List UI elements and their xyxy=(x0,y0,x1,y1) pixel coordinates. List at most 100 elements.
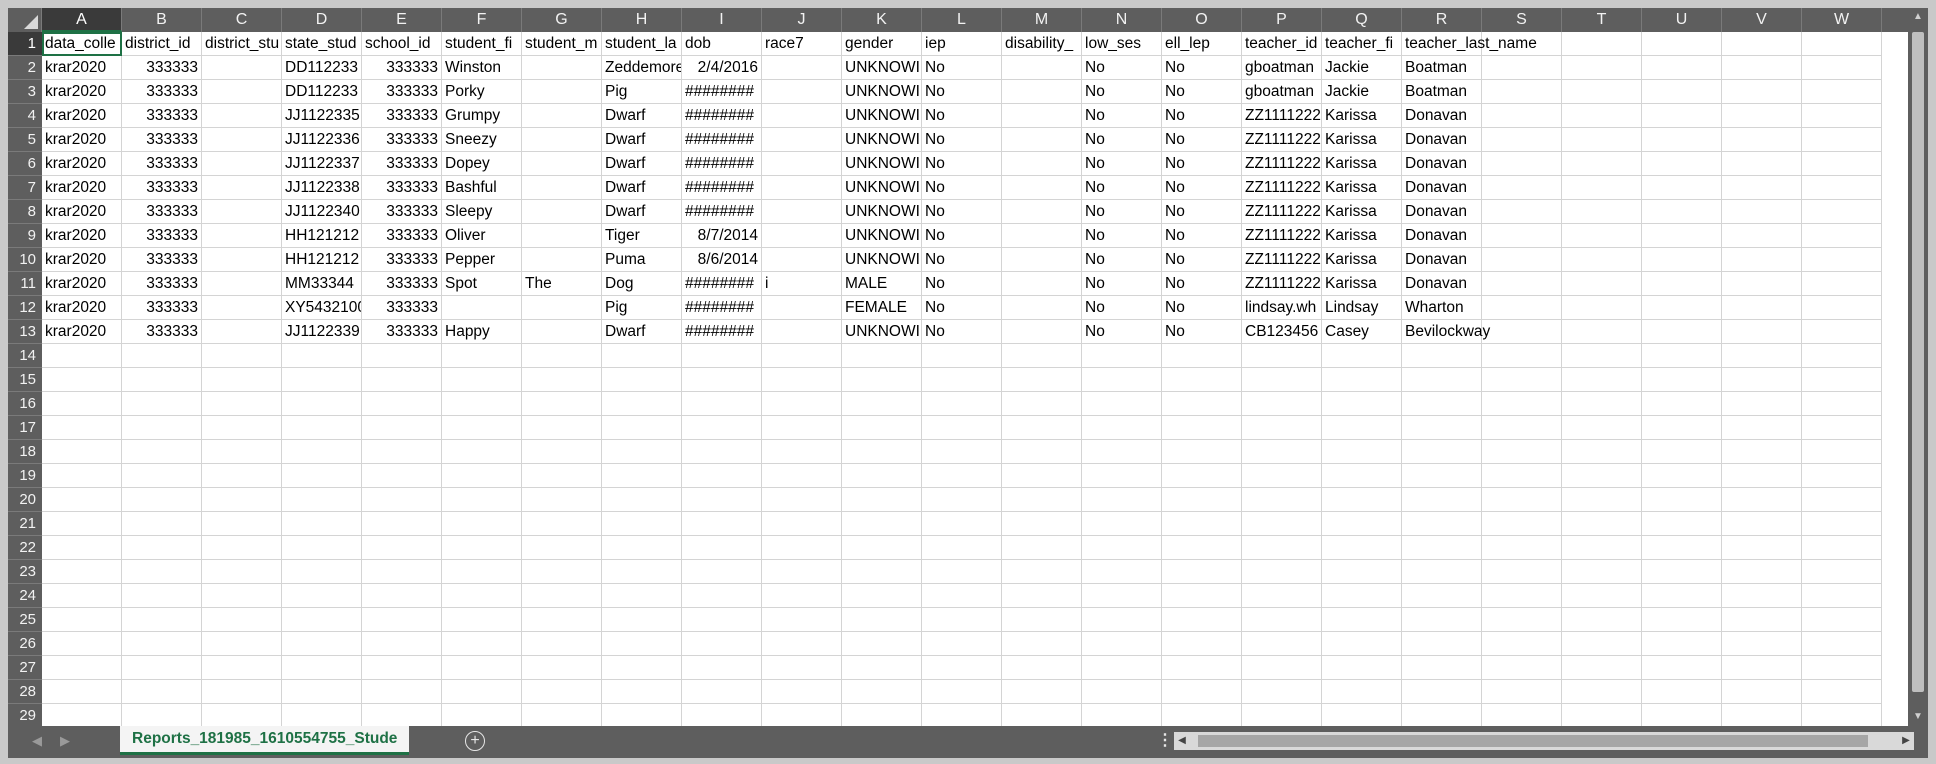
cell-r20[interactable] xyxy=(1402,488,1482,512)
cell-w25[interactable] xyxy=(1802,608,1882,632)
cell-o24[interactable] xyxy=(1162,584,1242,608)
cell-b18[interactable] xyxy=(122,440,202,464)
cell-j1[interactable]: race7 xyxy=(762,32,842,56)
cell-d18[interactable] xyxy=(282,440,362,464)
cell-g17[interactable] xyxy=(522,416,602,440)
cell-q29[interactable] xyxy=(1322,704,1402,726)
cell-f8[interactable]: Sleepy xyxy=(442,200,522,224)
cell-v7[interactable] xyxy=(1722,176,1802,200)
cell-c18[interactable] xyxy=(202,440,282,464)
cell-i22[interactable] xyxy=(682,536,762,560)
cell-o22[interactable] xyxy=(1162,536,1242,560)
cell-k21[interactable] xyxy=(842,512,922,536)
cell-k28[interactable] xyxy=(842,680,922,704)
column-header-n[interactable]: N xyxy=(1082,8,1162,32)
cell-s26[interactable] xyxy=(1482,632,1562,656)
cell-t28[interactable] xyxy=(1562,680,1642,704)
cell-i20[interactable] xyxy=(682,488,762,512)
cell-d28[interactable] xyxy=(282,680,362,704)
cell-a16[interactable] xyxy=(42,392,122,416)
cell-l8[interactable]: No xyxy=(922,200,1002,224)
cell-k16[interactable] xyxy=(842,392,922,416)
column-header-v[interactable]: V xyxy=(1722,8,1802,32)
cell-h2[interactable]: Zeddemore xyxy=(602,56,682,80)
cell-j7[interactable] xyxy=(762,176,842,200)
cell-w23[interactable] xyxy=(1802,560,1882,584)
vertical-scrollbar[interactable]: ▲ ▼ xyxy=(1908,8,1928,726)
cell-f17[interactable] xyxy=(442,416,522,440)
cell-s2[interactable] xyxy=(1482,56,1562,80)
cell-i11[interactable]: ######## xyxy=(682,272,762,296)
cell-s18[interactable] xyxy=(1482,440,1562,464)
cell-r21[interactable] xyxy=(1402,512,1482,536)
cell-f25[interactable] xyxy=(442,608,522,632)
cell-k17[interactable] xyxy=(842,416,922,440)
row-header[interactable]: 9 xyxy=(8,224,42,248)
cell-j4[interactable] xyxy=(762,104,842,128)
cell-g7[interactable] xyxy=(522,176,602,200)
cell-v17[interactable] xyxy=(1722,416,1802,440)
cell-g27[interactable] xyxy=(522,656,602,680)
row-header[interactable]: 29 xyxy=(8,704,42,726)
cell-f9[interactable]: Oliver xyxy=(442,224,522,248)
cell-t10[interactable] xyxy=(1562,248,1642,272)
cell-b7[interactable]: 333333 xyxy=(122,176,202,200)
cell-g14[interactable] xyxy=(522,344,602,368)
cell-r6[interactable]: Donavan xyxy=(1402,152,1482,176)
cell-o16[interactable] xyxy=(1162,392,1242,416)
cell-e15[interactable] xyxy=(362,368,442,392)
cell-d13[interactable]: JJ1122339 xyxy=(282,320,362,344)
cell-u20[interactable] xyxy=(1642,488,1722,512)
cell-k15[interactable] xyxy=(842,368,922,392)
cell-j16[interactable] xyxy=(762,392,842,416)
cell-n29[interactable] xyxy=(1082,704,1162,726)
cell-k27[interactable] xyxy=(842,656,922,680)
horizontal-scroll-thumb[interactable] xyxy=(1198,735,1868,747)
cell-a14[interactable] xyxy=(42,344,122,368)
cell-g12[interactable] xyxy=(522,296,602,320)
cell-o21[interactable] xyxy=(1162,512,1242,536)
cell-r26[interactable] xyxy=(1402,632,1482,656)
cell-a21[interactable] xyxy=(42,512,122,536)
cell-c9[interactable] xyxy=(202,224,282,248)
cell-r4[interactable]: Donavan xyxy=(1402,104,1482,128)
cell-i14[interactable] xyxy=(682,344,762,368)
cell-t24[interactable] xyxy=(1562,584,1642,608)
cell-q14[interactable] xyxy=(1322,344,1402,368)
cell-o27[interactable] xyxy=(1162,656,1242,680)
cell-q3[interactable]: Jackie xyxy=(1322,80,1402,104)
cell-g15[interactable] xyxy=(522,368,602,392)
cell-n10[interactable]: No xyxy=(1082,248,1162,272)
row-header[interactable]: 21 xyxy=(8,512,42,536)
row-header[interactable]: 22 xyxy=(8,536,42,560)
cell-i1[interactable]: dob xyxy=(682,32,762,56)
cell-e1[interactable]: school_id xyxy=(362,32,442,56)
cell-q20[interactable] xyxy=(1322,488,1402,512)
cell-g1[interactable]: student_m xyxy=(522,32,602,56)
cell-l1[interactable]: iep xyxy=(922,32,1002,56)
cell-w14[interactable] xyxy=(1802,344,1882,368)
column-header-c[interactable]: C xyxy=(202,8,282,32)
cell-e22[interactable] xyxy=(362,536,442,560)
cell-d5[interactable]: JJ1122336 xyxy=(282,128,362,152)
cell-s20[interactable] xyxy=(1482,488,1562,512)
cell-p12[interactable]: lindsay.wh xyxy=(1242,296,1322,320)
cell-h29[interactable] xyxy=(602,704,682,726)
cell-g22[interactable] xyxy=(522,536,602,560)
cell-k12[interactable]: FEMALE xyxy=(842,296,922,320)
cell-v11[interactable] xyxy=(1722,272,1802,296)
cell-f2[interactable]: Winston xyxy=(442,56,522,80)
row-header[interactable]: 26 xyxy=(8,632,42,656)
cell-t22[interactable] xyxy=(1562,536,1642,560)
column-header-a[interactable]: A xyxy=(42,8,122,32)
cell-v24[interactable] xyxy=(1722,584,1802,608)
cell-o7[interactable]: No xyxy=(1162,176,1242,200)
cell-i19[interactable] xyxy=(682,464,762,488)
cell-c26[interactable] xyxy=(202,632,282,656)
cell-l27[interactable] xyxy=(922,656,1002,680)
cell-m11[interactable] xyxy=(1002,272,1082,296)
cell-k22[interactable] xyxy=(842,536,922,560)
cell-f26[interactable] xyxy=(442,632,522,656)
cell-i15[interactable] xyxy=(682,368,762,392)
cell-e16[interactable] xyxy=(362,392,442,416)
